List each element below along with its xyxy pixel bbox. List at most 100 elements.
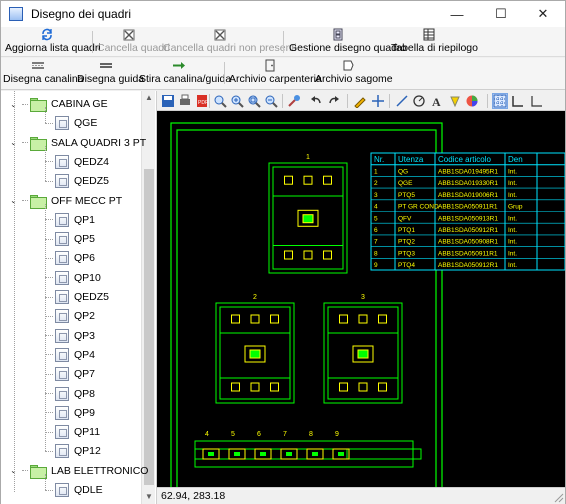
- refresh-list-label: Aggiorna lista quadri: [5, 42, 101, 54]
- rail-device-label: 7: [283, 431, 287, 438]
- draw-duct-button[interactable]: Disegna canalina: [3, 59, 84, 87]
- tree-panel-item[interactable]: QP3: [45, 327, 95, 345]
- undo-icon[interactable]: [309, 94, 323, 108]
- pdf-icon[interactable]: PDF: [195, 94, 209, 108]
- zoom-window-icon[interactable]: [247, 94, 261, 108]
- panel-icon: [55, 232, 69, 247]
- circle-icon[interactable]: [412, 94, 426, 108]
- breaker-terminal: [323, 175, 332, 185]
- zoom-in-icon[interactable]: [230, 94, 244, 108]
- tree-panel-item[interactable]: QEDZ5: [45, 288, 109, 306]
- resize-grip-icon[interactable]: [552, 491, 564, 503]
- maximize-button[interactable]: ☐: [481, 1, 521, 27]
- tree-panel-item[interactable]: QP4: [45, 346, 95, 364]
- text-icon[interactable]: A: [430, 94, 444, 108]
- redo-icon[interactable]: [327, 94, 341, 108]
- main-toolbar: Aggiorna lista quadri Cancella quadri Ca…: [1, 27, 565, 57]
- delete-missing-panels-label: Cancella quadri non presenti: [163, 42, 297, 54]
- panel-icon: [55, 290, 69, 304]
- save-icon[interactable]: [161, 94, 175, 108]
- table-cell: ABB1SDA050908R1: [438, 239, 498, 246]
- tree-panel-label: QEDZ5: [74, 291, 110, 303]
- module-label: 3: [361, 294, 365, 301]
- draw-rail-button[interactable]: Disegna guida: [77, 59, 144, 87]
- tree-panel-item[interactable]: QP9: [45, 404, 95, 422]
- panel-icon: [55, 328, 69, 343]
- tree-panel-item[interactable]: QP7: [45, 365, 95, 383]
- tree-panel-item[interactable]: QP11: [45, 423, 100, 441]
- delete-panel-icon: [123, 29, 135, 41]
- zoom-extents-icon[interactable]: [213, 94, 227, 108]
- delete-missing-panels-button[interactable]: Cancella quadri non presenti: [163, 28, 297, 56]
- breaker-terminal: [303, 250, 313, 260]
- tree-group[interactable]: ⌄ SALA QUADRI 3 PT: [9, 134, 146, 152]
- breaker-toggle: [357, 349, 369, 359]
- tree-group[interactable]: ⌄ LAB ELETTRONICO: [9, 462, 148, 480]
- panel-icon: [55, 309, 69, 324]
- scroll-up-icon[interactable]: ▲: [142, 91, 156, 105]
- tree-panel-item[interactable]: QP10: [45, 269, 101, 287]
- print-icon[interactable]: [178, 94, 192, 108]
- tree-panel-item[interactable]: QGE: [45, 114, 97, 132]
- panel-drawing-management-button[interactable]: Gestione disegno quadro: [289, 28, 406, 56]
- duct-extension: [346, 448, 422, 460]
- summary-table-button[interactable]: Tabella di riepilogo: [391, 28, 478, 56]
- tree-scrollbar[interactable]: ▲ ▼: [141, 91, 155, 504]
- tree-panel-item[interactable]: QP8: [45, 385, 95, 403]
- refresh-list-button[interactable]: Aggiorna lista quadri: [5, 28, 101, 56]
- table-cell: 1: [374, 169, 378, 176]
- module-label: 2: [253, 294, 257, 301]
- tree-panel-item[interactable]: QP12: [45, 442, 101, 460]
- table-cell: PTQ4: [398, 262, 415, 269]
- table-cell: ABB1SDA019495R1: [438, 169, 498, 176]
- panel-icon: [55, 116, 69, 131]
- fill-icon[interactable]: [448, 94, 462, 108]
- title-bar: Disegno dei quadri — ☐ ✕: [1, 1, 565, 27]
- color-icon[interactable]: [465, 94, 479, 108]
- ortho-icon[interactable]: [529, 94, 543, 108]
- enclosure-archive-button[interactable]: Archivio carpenteria: [229, 59, 322, 87]
- zoom-out-icon[interactable]: [264, 94, 278, 108]
- tree-connector: [45, 489, 53, 491]
- tree-panel-item[interactable]: QP5: [45, 230, 95, 248]
- tree-panel-item[interactable]: QP6: [45, 249, 95, 267]
- table-cell: 8: [374, 250, 378, 257]
- move-icon[interactable]: [371, 94, 385, 108]
- tree-panel-item[interactable]: QP2: [45, 307, 95, 325]
- breaker-terminal: [231, 382, 240, 392]
- tree-group[interactable]: ⌄ CABINA GE: [9, 95, 108, 113]
- tree-panel-label: QP8: [74, 387, 96, 400]
- app-window: Disegno dei quadri — ☐ ✕ Aggiorna lista …: [0, 0, 566, 504]
- tree-connector: [45, 450, 53, 452]
- grid-icon[interactable]: [492, 93, 508, 109]
- delete-panels-button[interactable]: Cancella quadri: [97, 28, 170, 56]
- draw-duct-label: Disegna canalina: [3, 73, 84, 85]
- rail-device-label: 5: [231, 431, 235, 438]
- rail-device-handle: [312, 452, 318, 456]
- table-cell: 5: [374, 215, 378, 222]
- tree-panel-item[interactable]: QEDZ5: [45, 172, 109, 190]
- minimize-button[interactable]: —: [437, 1, 477, 27]
- panel-tree[interactable]: ▲ ▼ ⌄ CABINA GE QGE ⌄ SALA QUADRI 3 PT QEDZ4 Q…: [1, 91, 157, 504]
- close-button[interactable]: ✕: [523, 1, 563, 27]
- scroll-thumb[interactable]: [144, 169, 154, 485]
- drawing-canvas[interactable]: 1 2 3 4 5 6 7 8 9 Nr. Utenza Codice articolo Den 1 QG A…: [157, 111, 565, 487]
- pencil-icon[interactable]: [353, 94, 367, 108]
- rail-device-label: 8: [309, 431, 313, 438]
- shapes-archive-button[interactable]: Archivio sagome: [315, 59, 393, 87]
- stretch-duct-button[interactable]: Stira canalina/guida: [139, 59, 232, 87]
- tree-panel-item[interactable]: QEDZ4: [45, 153, 109, 171]
- cad-drawing[interactable]: 1 2 3 4 5 6 7 8 9 Nr. Utenza Codice articolo Den 1 QG A…: [157, 111, 565, 487]
- tree-connector: [45, 238, 53, 240]
- stretch-duct-label: Stira canalina/guida: [139, 73, 232, 85]
- refresh-icon: [42, 28, 52, 41]
- paint-icon[interactable]: [287, 94, 301, 108]
- tree-group-label: OFF MECC PT: [51, 194, 123, 207]
- tree-panel-item[interactable]: QP1: [45, 211, 95, 229]
- panel-icon: [55, 347, 69, 362]
- tree-group[interactable]: ⌄ OFF MECC PT: [9, 192, 122, 210]
- scroll-down-icon[interactable]: ▼: [142, 490, 156, 504]
- snap-icon[interactable]: [511, 94, 525, 108]
- tree-panel-item[interactable]: QDLE: [45, 481, 103, 499]
- line-icon[interactable]: [395, 94, 409, 108]
